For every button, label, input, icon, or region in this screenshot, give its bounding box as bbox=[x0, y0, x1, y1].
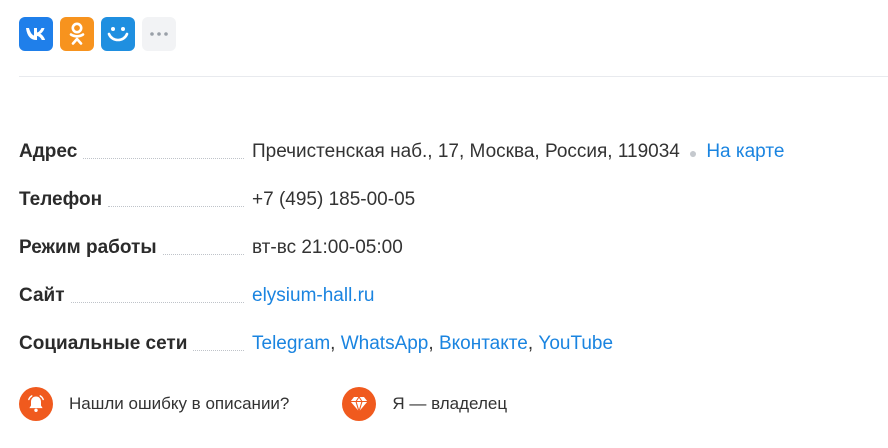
dotted-leader bbox=[162, 254, 244, 255]
hours-value: вт-вс 21:00-05:00 bbox=[252, 237, 403, 258]
comma-separator: , bbox=[527, 333, 534, 354]
more-share-button[interactable] bbox=[142, 17, 176, 51]
hours-row: Режим работы вт-вс 21:00-05:00 bbox=[19, 220, 881, 268]
site-row: Сайт elysium-hall.ru bbox=[19, 268, 881, 316]
smile-icon bbox=[107, 27, 129, 42]
report-error-button[interactable]: Нашли ошибку в описании? bbox=[19, 387, 289, 421]
vk-share-button[interactable] bbox=[19, 17, 53, 51]
share-buttons bbox=[19, 17, 176, 51]
site-link[interactable]: elysium-hall.ru bbox=[252, 285, 374, 307]
telegram-link[interactable]: Telegram bbox=[252, 333, 330, 354]
address-row: Адрес Пречистенская наб., 17, Москва, Ро… bbox=[19, 124, 881, 172]
footer-actions: Нашли ошибку в описании? Я — владелец bbox=[19, 387, 560, 421]
address-label: Адрес bbox=[19, 141, 78, 162]
youtube-link[interactable]: YouTube bbox=[538, 333, 613, 354]
dotted-leader bbox=[70, 302, 244, 303]
phone-label: Телефон bbox=[19, 189, 103, 210]
comma-separator: , bbox=[330, 333, 336, 354]
dotted-leader bbox=[193, 350, 244, 351]
diamond-icon bbox=[342, 387, 377, 421]
social-label: Социальные сети bbox=[19, 333, 188, 354]
hours-label: Режим работы bbox=[19, 237, 157, 258]
dotted-leader bbox=[108, 206, 244, 207]
report-error-label: Нашли ошибку в описании? bbox=[69, 394, 290, 413]
dotted-leader bbox=[83, 158, 244, 159]
social-row: Социальные сети Telegram, WhatsApp, Вкон… bbox=[19, 316, 881, 364]
odnoklassniki-icon bbox=[69, 22, 85, 45]
map-link[interactable]: На карте bbox=[706, 141, 784, 163]
venue-info: Адрес Пречистенская наб., 17, Москва, Ро… bbox=[19, 124, 881, 364]
whatsapp-link[interactable]: WhatsApp bbox=[341, 333, 429, 354]
ok-share-button[interactable] bbox=[60, 17, 94, 51]
more-dots-icon bbox=[150, 32, 168, 36]
vk-icon bbox=[26, 28, 46, 40]
address-value: Пречистенская наб., 17, Москва, Россия, … bbox=[252, 141, 680, 162]
phone-row: Телефон +7 (495) 185-00-05 bbox=[19, 172, 881, 220]
owner-button[interactable]: Я — владелец bbox=[342, 387, 507, 421]
vkontakte-link[interactable]: Вконтакте bbox=[439, 333, 528, 354]
bullet-separator: ● bbox=[688, 145, 698, 161]
phone-value[interactable]: +7 (495) 185-00-05 bbox=[252, 189, 415, 211]
site-label: Сайт bbox=[19, 285, 65, 306]
divider bbox=[19, 76, 888, 77]
comma-separator: , bbox=[428, 333, 434, 354]
social-links: Telegram, WhatsApp, Вконтакте, YouTube bbox=[252, 333, 613, 355]
moimir-share-button[interactable] bbox=[101, 17, 135, 51]
bell-icon bbox=[19, 387, 53, 421]
owner-label: Я — владелец bbox=[392, 394, 508, 413]
